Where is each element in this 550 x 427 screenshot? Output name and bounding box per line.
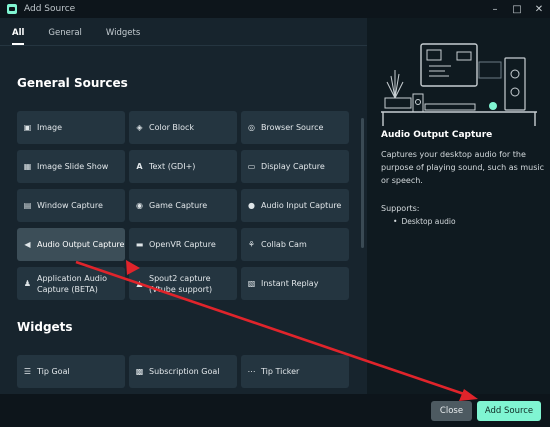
source-label: Image xyxy=(37,123,63,132)
source-audio-input-capture[interactable]: ● Audio Input Capture xyxy=(241,189,349,222)
list-icon: ☰ xyxy=(23,367,32,376)
source-openvr-capture[interactable]: ▬ OpenVR Capture xyxy=(129,228,237,261)
paint-bucket-icon: ◈ xyxy=(136,123,143,132)
monitor-icon: ▭ xyxy=(247,162,256,171)
supports-list: Desktop audio xyxy=(393,217,455,226)
widget-label: Subscription Goal xyxy=(149,367,220,376)
source-image[interactable]: ▣ Image xyxy=(17,111,125,144)
source-text-gdi[interactable]: A Text (GDI+) xyxy=(129,150,237,183)
speaker-icon: ◀ xyxy=(24,240,31,249)
scrollbar[interactable] xyxy=(361,118,364,248)
details-description: Captures your desktop audio for the purp… xyxy=(381,150,545,185)
source-display-capture[interactable]: ▭ Display Capture xyxy=(241,150,349,183)
source-window-capture[interactable]: ▤ Window Capture xyxy=(17,189,125,222)
source-spout2-capture[interactable]: ▲ Spout2 capture (Vtube support) xyxy=(129,267,237,300)
widget-label: Tip Goal xyxy=(37,367,70,376)
minimize-icon[interactable]: – xyxy=(484,0,506,18)
source-label: Text (GDI+) xyxy=(149,162,196,171)
collab-cam-icon: ⚘ xyxy=(247,240,256,249)
widget-tip-ticker[interactable]: ⋯ Tip Ticker xyxy=(241,355,349,388)
replay-icon: ▧ xyxy=(247,279,256,288)
title-bar: Add Source – □ ✕ xyxy=(0,0,550,18)
maximize-icon[interactable]: □ xyxy=(506,0,528,18)
source-list-panel: All General Widgets General Sources ▣ Im… xyxy=(0,18,367,394)
widget-subscription-goal[interactable]: ▩ Subscription Goal xyxy=(129,355,237,388)
source-label: Instant Replay xyxy=(261,279,319,288)
add-source-button[interactable]: Add Source xyxy=(477,401,541,421)
source-application-audio-capture[interactable]: ♟ Application Audio Capture (BETA) xyxy=(17,267,125,300)
source-label: OpenVR Capture xyxy=(149,240,216,249)
image-icon: ▣ xyxy=(23,123,32,132)
source-audio-output-capture[interactable]: ◀ Audio Output Capture xyxy=(17,228,125,261)
window-controls: – □ ✕ xyxy=(484,0,550,18)
tab-divider xyxy=(0,45,367,46)
window-icon: ▤ xyxy=(23,201,32,210)
gamepad-icon: ◉ xyxy=(136,201,143,210)
section-title-general: General Sources xyxy=(17,76,128,90)
tab-general[interactable]: General xyxy=(48,28,82,38)
source-game-capture[interactable]: ◉ Game Capture xyxy=(129,189,237,222)
globe-icon: ◎ xyxy=(248,123,255,132)
source-label: Audio Output Capture xyxy=(37,240,125,249)
details-title: Audio Output Capture xyxy=(381,130,493,140)
source-label: Collab Cam xyxy=(261,240,307,249)
close-icon[interactable]: ✕ xyxy=(528,0,550,18)
spout-icon: ▲ xyxy=(136,279,143,288)
source-collab-cam[interactable]: ⚘ Collab Cam xyxy=(241,228,349,261)
source-label: Window Capture xyxy=(37,201,103,210)
app-logo-icon xyxy=(7,4,17,14)
source-label: Display Capture xyxy=(261,162,325,171)
tab-all[interactable]: All xyxy=(12,28,24,38)
details-panel: Audio Output Capture Captures your deskt… xyxy=(367,18,550,394)
close-button[interactable]: Close xyxy=(431,401,472,421)
source-label: Spout2 capture (Vtube support) xyxy=(149,273,213,294)
tab-bar: All General Widgets xyxy=(0,18,367,48)
source-label: Audio Input Capture xyxy=(261,201,342,210)
vr-headset-icon: ▬ xyxy=(135,240,144,249)
calendar-icon: ▩ xyxy=(135,367,144,376)
microphone-icon: ● xyxy=(248,201,255,210)
window-title: Add Source xyxy=(24,4,76,14)
tab-widgets[interactable]: Widgets xyxy=(106,28,140,38)
widget-label: Tip Ticker xyxy=(261,367,300,376)
source-instant-replay[interactable]: ▧ Instant Replay xyxy=(241,267,349,300)
source-browser[interactable]: ◎ Browser Source xyxy=(241,111,349,144)
widget-tip-goal[interactable]: ☰ Tip Goal xyxy=(17,355,125,388)
images-icon: ▦ xyxy=(23,162,32,171)
dots-icon: ⋯ xyxy=(247,367,256,376)
supports-label: Supports: xyxy=(381,204,420,213)
source-label: Browser Source xyxy=(261,123,324,132)
source-image-slide-show[interactable]: ▦ Image Slide Show xyxy=(17,150,125,183)
source-label: Application Audio Capture (BETA) xyxy=(37,273,107,294)
source-label: Game Capture xyxy=(149,201,208,210)
supports-item: Desktop audio xyxy=(393,217,455,226)
source-label: Color Block xyxy=(149,123,195,132)
user-icon: ♟ xyxy=(23,279,32,288)
desk-setup-illustration xyxy=(381,43,537,126)
source-label: Image Slide Show xyxy=(37,162,109,171)
section-title-widgets: Widgets xyxy=(17,320,73,334)
text-icon: A xyxy=(136,162,143,171)
source-color-block[interactable]: ◈ Color Block xyxy=(129,111,237,144)
